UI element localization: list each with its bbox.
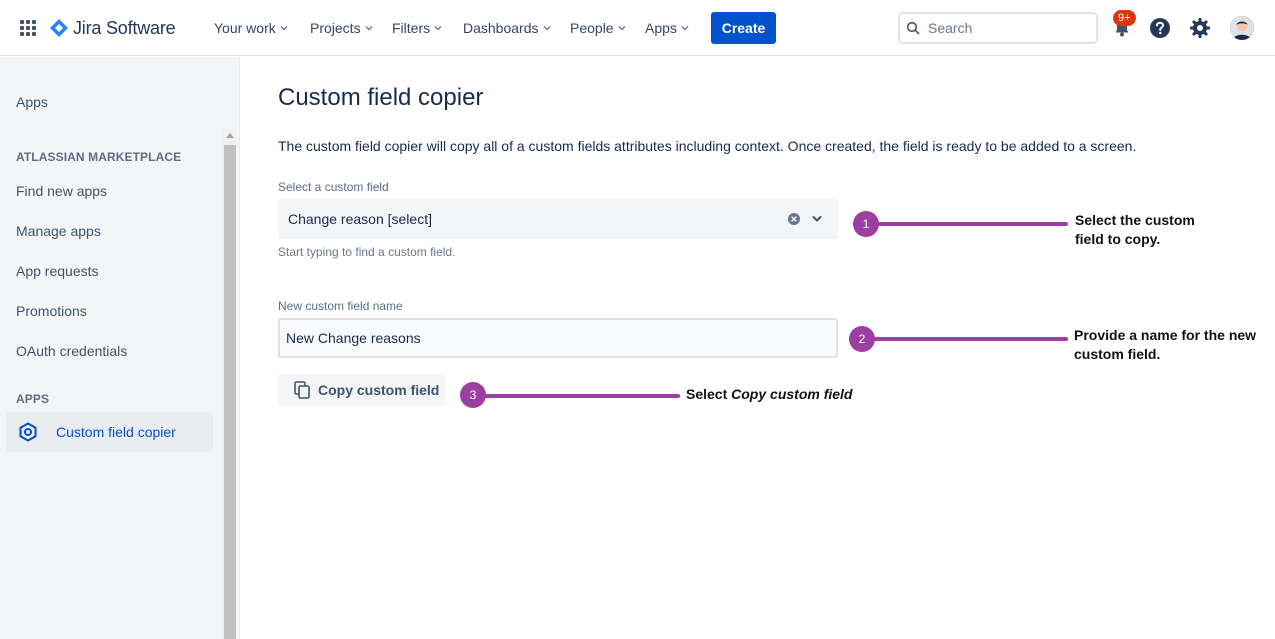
callout-1-line2: field to copy. [1075,231,1161,247]
search-icon [906,21,920,35]
callout-1-text: Select the custom field to copy. [1075,211,1195,249]
callout-3-text: Select Copy custom field [686,385,853,404]
sidebar-item-promotions[interactable]: Promotions [16,303,87,319]
copy-icon [294,381,310,399]
select-helper-text: Start typing to find a custom field. [278,245,456,259]
clear-selection-icon[interactable] [787,212,801,226]
nav-your-work-label: Your work [214,20,276,36]
callout-2-line1: Provide a name for the new [1074,327,1257,343]
search-box[interactable] [898,12,1098,44]
nav-apps[interactable]: Apps [645,18,689,38]
sidebar-title: Apps [16,94,48,110]
sidebar-item-custom-field-copier[interactable]: Custom field copier [6,412,213,452]
user-avatar-icon [1230,16,1254,40]
nav-your-work[interactable]: Your work [214,18,288,38]
nav-people-label: People [570,20,614,36]
callout-1-marker: 1 [853,211,879,237]
callout-2-marker: 2 [849,326,875,352]
jira-diamond-icon [50,19,68,37]
sidebar-item-label: Custom field copier [56,424,176,440]
chevron-down-icon [434,26,442,31]
nav-projects-label: Projects [310,20,361,36]
chevron-down-icon[interactable] [811,213,823,225]
hexagon-app-icon [19,422,37,442]
notification-badge: 9+ [1113,10,1136,26]
nav-dashboards[interactable]: Dashboards [463,18,551,38]
callout-1-line1: Select the custom [1075,212,1195,228]
page-title: Custom field copier [278,84,484,111]
nav-dashboards-label: Dashboards [463,20,539,36]
help-icon[interactable] [1148,16,1172,40]
sidebar-scroll-thumb[interactable] [224,145,236,639]
chevron-down-icon [543,26,550,31]
name-field-label: New custom field name [278,299,403,313]
sidebar-item-app-requests[interactable]: App requests [16,263,99,279]
callout-3-marker: 3 [460,382,486,408]
nav-projects[interactable]: Projects [310,18,373,38]
callout-2-line2: custom field. [1074,346,1161,362]
sidebar-section-heading: ATLASSIAN MARKETPLACE [16,150,182,164]
select-field-label: Select a custom field [278,180,389,194]
callout-3-emphasis: Copy custom field [731,386,853,402]
custom-field-select[interactable]: Change reason [select] [278,199,838,239]
callout-3-prefix: Select [686,386,732,402]
sidebar-item-manage-apps[interactable]: Manage apps [16,223,101,239]
callout-3-line [478,394,680,398]
sidebar: Apps ATLASSIAN MARKETPLACE Find new apps… [0,57,240,639]
new-field-name-input[interactable] [278,318,838,358]
chevron-down-icon [618,26,626,31]
chevron-down-icon [681,26,689,31]
sidebar-item-find-new-apps[interactable]: Find new apps [16,183,107,199]
select-value: Change reason [select] [288,211,432,227]
gear-icon [1190,18,1210,38]
callout-2-text: Provide a name for the new custom field. [1074,326,1256,364]
copy-button-label: Copy custom field [318,382,440,398]
callout-1-line [870,222,1068,226]
nav-apps-label: Apps [645,20,677,36]
app-switcher-grid-icon[interactable] [20,20,36,36]
search-input[interactable] [928,20,1078,36]
top-navigation: Jira Software Your work Projects Filters… [0,0,1275,56]
chevron-down-icon [280,26,288,31]
chevron-down-icon [365,26,373,31]
jira-logo[interactable]: Jira Software [50,17,176,39]
nav-filters-label: Filters [392,20,431,36]
page-description: The custom field copier will copy all of… [278,138,1137,154]
settings-gear-icon[interactable] [1188,16,1212,40]
question-circle-icon [1150,18,1170,38]
callout-2-line [866,337,1068,341]
nav-filters[interactable]: Filters [392,18,442,38]
create-button[interactable]: Create [711,12,776,44]
sidebar-section-heading: APPS [16,392,50,406]
scroll-up-arrow-icon[interactable] [226,133,234,138]
user-avatar[interactable] [1230,16,1254,40]
copy-custom-field-button[interactable]: Copy custom field [278,374,445,406]
sidebar-item-oauth-credentials[interactable]: OAuth credentials [16,343,127,359]
nav-people[interactable]: People [570,18,626,38]
product-name: Jira Software [73,17,176,38]
